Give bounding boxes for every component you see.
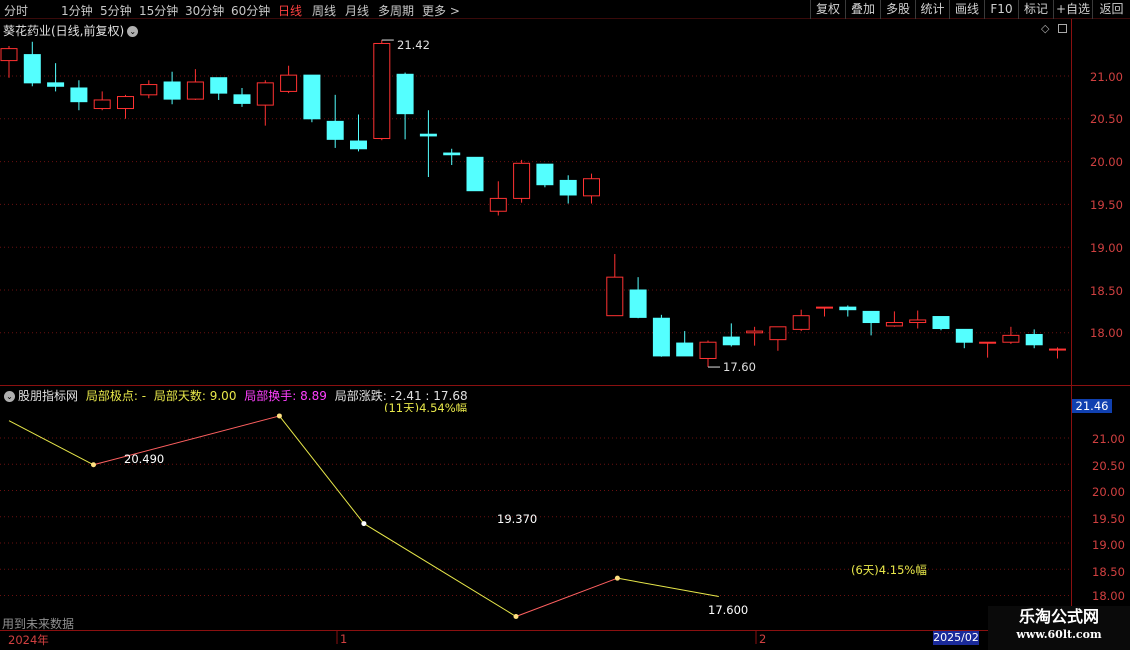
indicator-point bbox=[614, 575, 620, 581]
main-y-tick: 20.50 bbox=[1090, 112, 1123, 126]
indicator-name[interactable]: 股朋指标网 bbox=[18, 389, 78, 403]
statistics-button[interactable]: 统计 bbox=[915, 0, 949, 19]
toolbar: 分时 1分钟 5分钟 15分钟 30分钟 60分钟 日线 周线 月线 多周期 更… bbox=[0, 0, 1130, 19]
period-monthly[interactable]: 月线 bbox=[345, 2, 369, 19]
watermark-url: www.60lt.com bbox=[1016, 628, 1102, 641]
ind-y-tick: 18.00 bbox=[1092, 589, 1125, 603]
indicator-segment bbox=[363, 523, 517, 617]
local-turnover: 局部换手: 8.89 bbox=[244, 389, 327, 403]
add-watchlist-button[interactable]: +自选 bbox=[1053, 0, 1092, 19]
overlay-button[interactable]: 叠加 bbox=[845, 0, 880, 19]
period-1min[interactable]: 1分钟 bbox=[61, 2, 93, 19]
local-change: 局部涨跌: -2.41 : 17.68 bbox=[334, 389, 468, 403]
draw-line-button[interactable]: 画线 bbox=[949, 0, 984, 19]
ind-y-tick: 18.50 bbox=[1092, 565, 1125, 579]
watermark: 乐淘公式网 www.60lt.com bbox=[988, 606, 1130, 650]
panel-divider bbox=[0, 385, 1130, 386]
ind-y-tick: 21.00 bbox=[1092, 432, 1125, 446]
chart-title: 葵花药业(日线,前复权) ⌄ bbox=[3, 22, 139, 39]
watermark-logo: 乐淘公式网 bbox=[1018, 607, 1099, 626]
chevron-down-icon[interactable]: ⌄ bbox=[4, 391, 15, 402]
indicator-point bbox=[361, 521, 367, 527]
indicator-segment bbox=[8, 420, 94, 466]
date-label: 1 bbox=[340, 632, 348, 646]
period-30min[interactable]: 30分钟 bbox=[185, 2, 224, 19]
main-y-tick: 19.50 bbox=[1090, 198, 1123, 212]
date-label: 2 bbox=[759, 632, 767, 646]
indicator-point bbox=[513, 614, 519, 619]
ind-label-p5: (6天)4.15%幅 bbox=[851, 563, 927, 577]
period-daily[interactable]: 日线 bbox=[278, 2, 302, 19]
period-more[interactable]: 更多 > bbox=[422, 2, 460, 19]
multi-stock-button[interactable]: 多股 bbox=[880, 0, 915, 19]
local-extreme: 局部极点: - bbox=[85, 389, 147, 403]
date-label: 2024年 bbox=[8, 633, 49, 647]
low-price-label: 17.60 bbox=[723, 360, 756, 374]
main-chart-panel: 葵花药业(日线,前复权) ⌄ ◇ bbox=[0, 19, 1130, 385]
period-5min[interactable]: 5分钟 bbox=[100, 2, 132, 19]
indicator-point bbox=[91, 462, 96, 468]
ind-y-tick: 20.00 bbox=[1092, 485, 1125, 499]
indicator-dots bbox=[91, 413, 620, 619]
local-days: 局部天数: 9.00 bbox=[153, 389, 237, 403]
ind-label-p4: 17.600 bbox=[708, 603, 749, 617]
indicator-segment bbox=[279, 415, 365, 524]
back-button[interactable]: 返回 bbox=[1092, 0, 1130, 19]
ind-label-p3: 19.370 bbox=[497, 512, 538, 526]
restore-right-button[interactable]: 复权 bbox=[810, 0, 845, 19]
diamond-icon[interactable]: ◇ bbox=[1041, 22, 1049, 35]
main-y-tick: 20.00 bbox=[1090, 155, 1123, 169]
date-end-badge: 2025/02 bbox=[933, 631, 979, 645]
main-y-tick: 19.00 bbox=[1090, 241, 1123, 255]
ind-y-tick: 19.50 bbox=[1092, 512, 1125, 526]
ind-y-tick: 19.00 bbox=[1092, 538, 1125, 552]
main-y-tick: 18.00 bbox=[1090, 326, 1123, 340]
chevron-down-icon[interactable]: ⌄ bbox=[127, 26, 139, 37]
ind-label-p2: (11天)4.54%幅 bbox=[384, 403, 468, 412]
indicator-segment bbox=[515, 577, 618, 617]
f10-button[interactable]: F10 bbox=[984, 0, 1018, 19]
current-price-badge: 21.46 bbox=[1072, 399, 1112, 413]
indicator-point bbox=[276, 413, 282, 419]
main-y-tick: 21.00 bbox=[1090, 70, 1123, 84]
stock-title: 葵花药业(日线,前复权) bbox=[3, 24, 125, 38]
indicator-header: ⌄ 股朋指标网 局部极点: - 局部天数: 9.00 局部换手: 8.89 局部涨… bbox=[4, 387, 472, 404]
window-square-icon[interactable] bbox=[1058, 24, 1067, 33]
high-price-label: 21.42 bbox=[397, 38, 430, 52]
main-y-tick: 18.50 bbox=[1090, 284, 1123, 298]
mark-button[interactable]: 标记 bbox=[1018, 0, 1053, 19]
ind-y-tick: 20.50 bbox=[1092, 459, 1125, 473]
period-multi[interactable]: 多周期 bbox=[378, 2, 414, 19]
period-15min[interactable]: 15分钟 bbox=[139, 2, 178, 19]
ind-label-p1: 20.490 bbox=[124, 452, 165, 466]
period-intraday[interactable]: 分时 bbox=[4, 2, 28, 19]
indicator-segment bbox=[617, 577, 719, 598]
indicator-segment bbox=[93, 415, 280, 466]
period-60min[interactable]: 60分钟 bbox=[231, 2, 270, 19]
period-weekly[interactable]: 周线 bbox=[312, 2, 336, 19]
indicator-lines bbox=[8, 415, 719, 617]
